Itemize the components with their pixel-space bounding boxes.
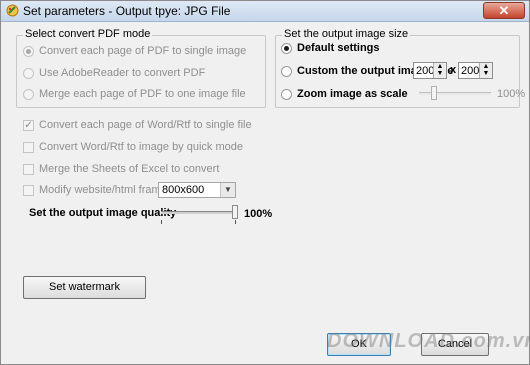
- height-spinner[interactable]: 200 ▲ ▼: [458, 62, 493, 79]
- spin-arrows-icon[interactable]: ▲ ▼: [433, 63, 446, 78]
- paint-brush-icon: [6, 4, 19, 17]
- web-option-modify-frame-checkbox[interactable]: [23, 184, 34, 196]
- size-option-label: Default settings: [297, 42, 380, 54]
- frame-size-value: 800x600: [162, 184, 205, 196]
- quality-label: Set the output image quality: [29, 207, 177, 219]
- zoom-slider-thumb[interactable]: [431, 86, 437, 100]
- quality-slider-tick: [235, 220, 236, 224]
- quality-slider-track: [161, 211, 236, 214]
- pdf-option-adobe-reader-radio[interactable]: [23, 67, 34, 79]
- word-option-label: Convert each page of Word/Rtf to single …: [39, 119, 252, 131]
- web-option-label: Modify website/html frame: [39, 184, 167, 196]
- chevron-down-icon[interactable]: ▼: [220, 183, 235, 197]
- pdf-option-single-image-radio[interactable]: [23, 45, 34, 57]
- width-spinner[interactable]: 200 ▲ ▼: [413, 62, 447, 79]
- web-option-modify-frame[interactable]: Modify website/html frame: [23, 184, 167, 196]
- height-value: 200: [461, 65, 480, 77]
- word-option-quick-mode[interactable]: Convert Word/Rtf to image by quick mode: [23, 141, 243, 153]
- download-watermark: DOWNLOAD.com.vn: [327, 330, 530, 352]
- quality-slider-thumb[interactable]: [232, 205, 238, 219]
- zoom-slider-track: [419, 92, 491, 95]
- spin-arrows-icon[interactable]: ▲ ▼: [479, 63, 492, 78]
- close-icon: ✕: [498, 3, 510, 18]
- quality-percent: 100%: [244, 208, 273, 220]
- window-title: Set parameters - Output tpye: JPG File: [23, 4, 231, 18]
- pdf-option-label: Convert each page of PDF to single image: [39, 45, 247, 57]
- zoom-percent: 100%: [497, 88, 526, 100]
- frame-size-select[interactable]: 800x600 ▼: [158, 182, 236, 198]
- word-option-quick-mode-checkbox[interactable]: [23, 141, 34, 153]
- pdf-mode-group-title: Select convert PDF mode: [23, 28, 153, 40]
- pdf-option-label: Merge each page of PDF to one image file: [39, 88, 246, 100]
- excel-option-label: Merge the Sheets of Excel to convert: [39, 163, 220, 175]
- title-bar: Set parameters - Output tpye: JPG File ✕: [1, 1, 529, 22]
- quality-slider-tick: [161, 220, 162, 224]
- word-option-single-file-checkbox[interactable]: ✓: [23, 119, 34, 131]
- size-option-zoom-radio[interactable]: [281, 88, 292, 100]
- pdf-option-adobe-reader[interactable]: Use AdobeReader to convert PDF: [23, 67, 205, 79]
- size-option-default[interactable]: Default settings: [281, 42, 380, 54]
- pdf-option-label: Use AdobeReader to convert PDF: [39, 67, 206, 79]
- size-option-default-radio[interactable]: [281, 42, 292, 54]
- close-button[interactable]: ✕: [483, 2, 525, 19]
- set-watermark-button[interactable]: Set watermark: [23, 276, 146, 299]
- width-value: 200: [416, 65, 435, 77]
- output-size-group-title: Set the output image size: [282, 28, 411, 40]
- word-option-single-file[interactable]: ✓ Convert each page of Word/Rtf to singl…: [23, 119, 252, 131]
- word-option-label: Convert Word/Rtf to image by quick mode: [39, 141, 243, 153]
- pdf-option-merge[interactable]: Merge each page of PDF to one image file: [23, 88, 246, 100]
- set-parameters-dialog: Set parameters - Output tpye: JPG File ✕…: [0, 0, 530, 365]
- times-sign: x: [450, 64, 457, 76]
- pdf-option-single-image[interactable]: Convert each page of PDF to single image: [23, 45, 246, 57]
- size-option-zoom[interactable]: Zoom image as scale: [281, 88, 408, 100]
- size-option-label: Zoom image as scale: [297, 88, 408, 100]
- size-option-custom-radio[interactable]: [281, 65, 292, 77]
- excel-option-merge-sheets-checkbox[interactable]: [23, 163, 34, 175]
- excel-option-merge-sheets[interactable]: Merge the Sheets of Excel to convert: [23, 163, 219, 175]
- pdf-option-merge-radio[interactable]: [23, 88, 34, 100]
